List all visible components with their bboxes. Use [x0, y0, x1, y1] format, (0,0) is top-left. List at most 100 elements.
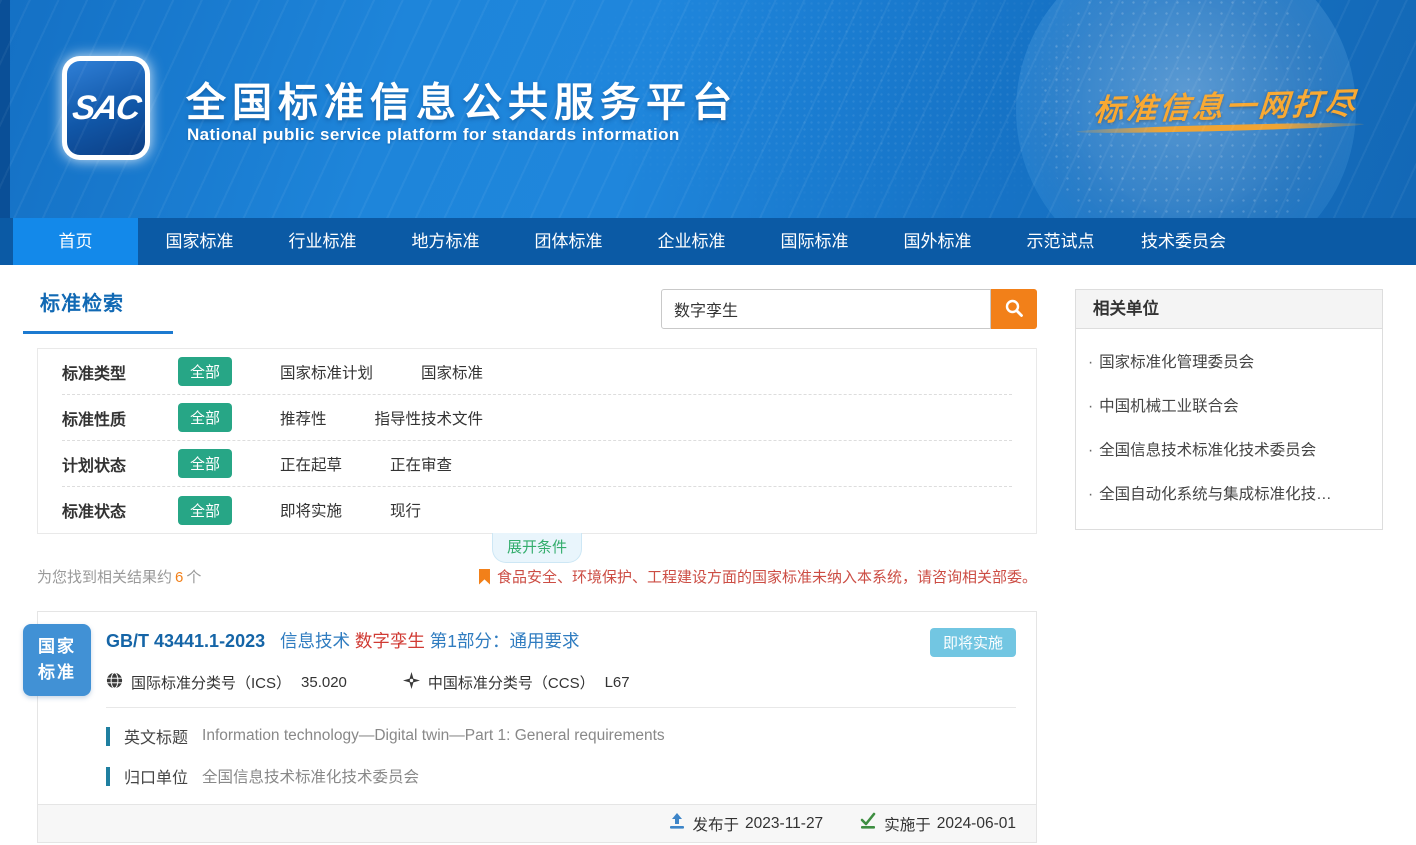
- compass-icon: [403, 672, 428, 693]
- filter-all-badge[interactable]: 全部: [178, 449, 232, 478]
- header-banner: SAC 全国标准信息公共服务平台 National public service…: [0, 0, 1416, 218]
- search-button[interactable]: [991, 289, 1037, 329]
- related-units-title: 相关单位: [1076, 290, 1382, 329]
- side-column: 相关单位 · 国家标准化管理委员会 · 中国机械工业联合会 · 全国信息技术标准化技术…: [1075, 287, 1383, 843]
- related-unit-link[interactable]: · 全国自动化系统与集成标准化技…: [1088, 471, 1366, 515]
- standard-title-link[interactable]: GB/T 43441.1-2023 信息技术 数字孪生 第1部分：通用要求: [106, 628, 579, 653]
- bookmark-icon: [479, 569, 490, 585]
- ics-value: 35.020: [301, 674, 347, 691]
- published-date: 2023-11-27: [745, 815, 823, 833]
- sac-logo-text: SAC: [70, 89, 143, 128]
- field-value: 全国信息技术标准化技术委员会: [202, 765, 419, 787]
- globe-icon: [106, 672, 131, 693]
- type-badge-line2: 标准: [38, 660, 76, 686]
- sac-logo[interactable]: SAC: [62, 56, 150, 160]
- filter-label: 标准状态: [62, 498, 150, 522]
- related-units-list: · 国家标准化管理委员会 · 中国机械工业联合会 · 全国信息技术标准化技术委员会 ·…: [1076, 329, 1382, 529]
- related-unit-link[interactable]: · 全国信息技术标准化技术委员会: [1088, 427, 1366, 471]
- nav-item-foreign-standards[interactable]: 国外标准: [876, 218, 999, 265]
- results-summary-suffix: 个: [186, 569, 201, 586]
- card-title-row: GB/T 43441.1-2023 信息技术 数字孪生 第1部分：通用要求 即将…: [106, 628, 1016, 657]
- related-unit-label: 国家标准化管理委员会: [1099, 354, 1254, 371]
- page-title: 标准检索: [37, 287, 173, 316]
- results-summary: 为您找到相关结果约6个: [37, 566, 201, 587]
- implemented-date-item: 实施于 2024-06-01: [859, 812, 1016, 835]
- list-bullet: ·: [1088, 442, 1093, 459]
- field-bar: [106, 727, 110, 746]
- main-nav: 首页 国家标准 行业标准 地方标准 团体标准 企业标准 国际标准 国外标准 示范…: [0, 218, 1416, 265]
- filter-label: 标准性质: [62, 406, 150, 430]
- filter-option[interactable]: 现行: [390, 499, 421, 521]
- results-count: 6: [175, 569, 183, 586]
- nav-item-pilot[interactable]: 示范试点: [999, 218, 1122, 265]
- related-unit-label: 中国机械工业联合会: [1099, 398, 1239, 415]
- related-unit-label: 全国信息技术标准化技术委员会: [1099, 442, 1316, 459]
- filter-option[interactable]: 国家标准计划: [280, 361, 373, 383]
- card-meta-row: 国际标准分类号（ICS） 35.020 中国标准分类号（CCS） L67: [106, 672, 1016, 693]
- filter-row-standard-type: 标准类型 全部 国家标准计划 国家标准: [62, 349, 1012, 395]
- type-badge-line1: 国家: [38, 634, 76, 660]
- ics-label: 国际标准分类号（ICS）: [131, 672, 291, 693]
- ccs-meta: 中国标准分类号（CCS） L67: [403, 672, 630, 693]
- standard-title-part2: 第1部分：通用要求: [430, 631, 580, 651]
- related-unit-label: 全国自动化系统与集成标准化技…: [1099, 486, 1332, 503]
- filter-option[interactable]: 正在审查: [390, 453, 452, 475]
- standard-type-badge: 国家 标准: [23, 624, 91, 696]
- result-card: 国家 标准 GB/T 43441.1-2023 信息技术 数字孪生 第1部分：通…: [37, 611, 1037, 843]
- list-bullet: ·: [1088, 398, 1093, 415]
- list-bullet: ·: [1088, 354, 1093, 371]
- published-date-item: 发布于 2023-11-27: [668, 812, 824, 835]
- nav-item-industry-standards[interactable]: 行业标准: [261, 218, 384, 265]
- ccs-value: L67: [605, 674, 630, 691]
- filter-option[interactable]: 正在起草: [280, 453, 342, 475]
- nav-item-enterprise-standards[interactable]: 企业标准: [630, 218, 753, 265]
- filter-panel: 标准类型 全部 国家标准计划 国家标准 标准性质 全部 推荐性 指导性技术文件 …: [37, 348, 1037, 534]
- nav-item-local-standards[interactable]: 地方标准: [384, 218, 507, 265]
- filter-all-badge[interactable]: 全部: [178, 403, 232, 432]
- ics-meta: 国际标准分类号（ICS） 35.020: [106, 672, 347, 693]
- page-title-underline: [23, 331, 173, 334]
- search-input[interactable]: [661, 289, 991, 329]
- upload-icon: [668, 812, 693, 835]
- list-bullet: ·: [1088, 486, 1093, 503]
- status-badge: 即将实施: [930, 628, 1016, 657]
- filter-option[interactable]: 国家标准: [421, 361, 483, 383]
- filter-label: 计划状态: [62, 452, 150, 476]
- field-label: 英文标题: [124, 724, 188, 748]
- filter-all-badge[interactable]: 全部: [178, 357, 232, 386]
- standard-title-highlight: 数字孪生: [355, 631, 425, 651]
- card-main: GB/T 43441.1-2023 信息技术 数字孪生 第1部分：通用要求 即将…: [38, 612, 1036, 788]
- card-footer: 发布于 2023-11-27 实施于 2024-06-01: [38, 804, 1036, 842]
- notice-text: 食品安全、环境保护、工程建设方面的国家标准未纳入本系统，请咨询相关部委。: [497, 566, 1037, 587]
- filter-label: 标准类型: [62, 360, 150, 384]
- header-slogan: 标准信息一网打尽: [1092, 78, 1359, 129]
- filter-row-standard-nature: 标准性质 全部 推荐性 指导性技术文件: [62, 395, 1012, 441]
- nav-item-national-standards[interactable]: 国家标准: [138, 218, 261, 265]
- filter-all-badge[interactable]: 全部: [178, 496, 232, 525]
- nav-item-home[interactable]: 首页: [13, 218, 138, 265]
- field-bar: [106, 767, 110, 786]
- filter-option[interactable]: 推荐性: [280, 407, 327, 429]
- site-title-english: National public service platform for sta…: [187, 125, 680, 145]
- implemented-label: 实施于: [884, 813, 931, 835]
- nav-item-group-standards[interactable]: 团体标准: [507, 218, 630, 265]
- field-row-committee: 归口单位 全国信息技术标准化技术委员会: [106, 764, 1016, 788]
- search-icon: [1004, 298, 1024, 321]
- field-row-english-title: 英文标题 Information technology—Digital twin…: [106, 724, 1016, 748]
- related-unit-link[interactable]: · 中国机械工业联合会: [1088, 383, 1366, 427]
- field-value: Information technology—Digital twin—Part…: [202, 727, 665, 745]
- sac-logo-inner: SAC: [67, 61, 145, 155]
- nav-item-technical-committee[interactable]: 技术委员会: [1122, 218, 1245, 265]
- filter-option[interactable]: 指导性技术文件: [375, 407, 484, 429]
- nav-item-international-standards[interactable]: 国际标准: [753, 218, 876, 265]
- results-summary-prefix: 为您找到相关结果约: [37, 569, 172, 586]
- filter-option[interactable]: 即将实施: [280, 499, 342, 521]
- related-unit-link[interactable]: · 国家标准化管理委员会: [1088, 339, 1366, 383]
- site-title-chinese: 全国标准信息公共服务平台: [186, 70, 738, 128]
- content-area: 标准检索 标准类型 全部 国家标准计划: [0, 265, 1416, 843]
- field-label: 归口单位: [124, 764, 188, 788]
- standard-title-part1: 信息技术: [280, 631, 350, 651]
- related-units-panel: 相关单位 · 国家标准化管理委员会 · 中国机械工业联合会 · 全国信息技术标准化技术…: [1075, 289, 1383, 530]
- expand-conditions-button[interactable]: 展开条件: [492, 533, 582, 563]
- results-row: 为您找到相关结果约6个 食品安全、环境保护、工程建设方面的国家标准未纳入本系统，…: [37, 566, 1037, 587]
